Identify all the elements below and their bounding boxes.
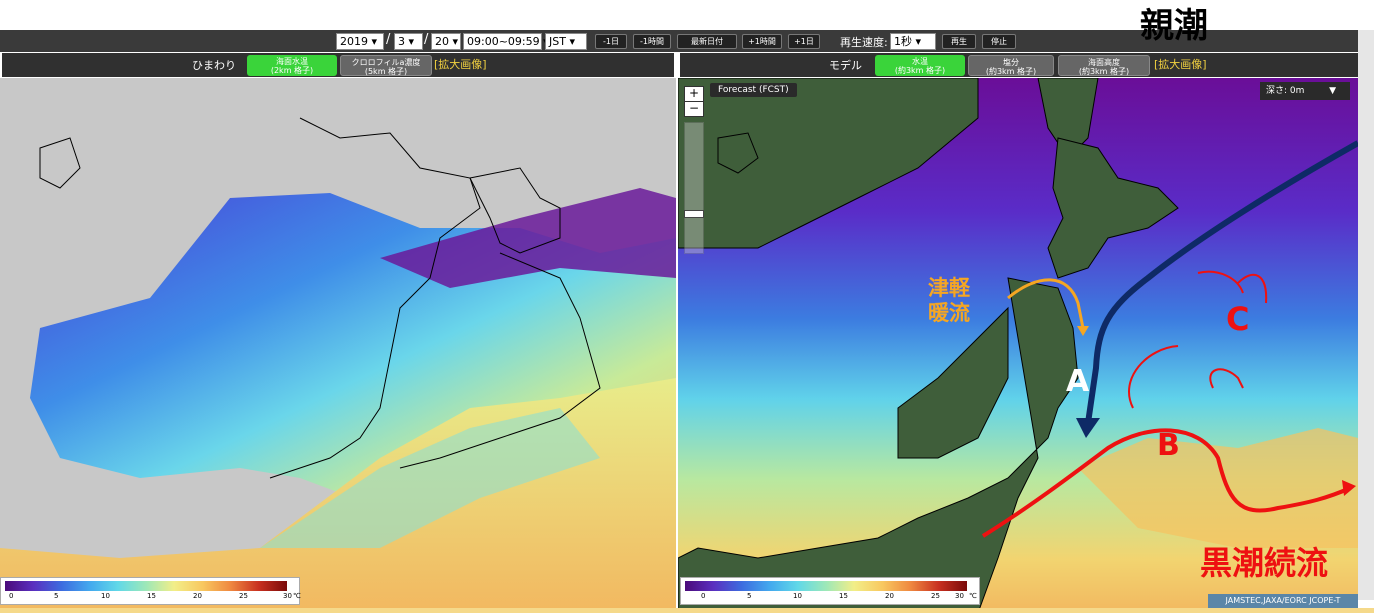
himawari-label: ひまわり xyxy=(192,59,236,72)
speed-select[interactable]: 1秒 ▾ xyxy=(890,33,936,50)
colorbar-tick: 5 xyxy=(54,592,59,600)
year-value: 2019 xyxy=(340,35,368,48)
himawari-sst-map[interactable]: 0 5 10 15 20 25 30 ℃ xyxy=(0,78,676,613)
tab-sal-label: 塩分 xyxy=(1003,58,1019,67)
model-temperature-map[interactable]: + − Forecast (FCST) 深さ: 0m ▼ 0 5 10 15 2… xyxy=(678,78,1358,613)
island-outline xyxy=(39,137,81,189)
colorbar-unit: ℃ xyxy=(969,592,977,600)
app-root: { "controls": { "year": "2019", "month":… xyxy=(0,0,1374,613)
tab-chl-label: クロロフィルa濃度 xyxy=(351,58,421,67)
colorbar-tick: 25 xyxy=(239,592,248,600)
left-subbar xyxy=(2,53,674,77)
label-a: A xyxy=(1066,364,1090,399)
timezone-value: JST xyxy=(549,35,566,48)
minus-day-button[interactable]: -1日 xyxy=(595,34,627,49)
left-zoom-link[interactable]: [拡大画像] xyxy=(434,56,487,72)
colorbar-tick: 20 xyxy=(193,592,202,600)
colorbar-tick: 30 xyxy=(955,592,964,600)
colorbar-tick: 0 xyxy=(9,592,14,600)
timezone-select[interactable]: JST ▾ xyxy=(545,33,587,50)
date-separator: / xyxy=(386,32,391,47)
right-colorbar: 0 5 10 15 20 25 30 ℃ xyxy=(680,577,980,605)
play-button[interactable]: 再生 xyxy=(942,34,976,49)
right-zoom-link[interactable]: [拡大画像] xyxy=(1154,56,1207,72)
colorbar-tick: 10 xyxy=(101,592,110,600)
tab-salinity[interactable]: 塩分 (約3km 格子) xyxy=(968,55,1054,76)
tab-chlorophyll[interactable]: クロロフィルa濃度 (5km 格子) xyxy=(340,55,432,76)
zoom-out-button[interactable]: − xyxy=(684,101,704,117)
colorbar-ticks: 0 5 10 15 20 25 30 ℃ xyxy=(681,592,979,604)
tsugaru-label-line2: 暖流 xyxy=(928,301,970,325)
colorbar-gradient xyxy=(685,581,967,591)
left-colorbar: 0 5 10 15 20 25 30 ℃ xyxy=(0,577,301,605)
hour-value: 09:00~09:59 xyxy=(467,35,540,48)
tab-chl-sub: (5km 格子) xyxy=(364,67,408,76)
zoom-slider-track[interactable] xyxy=(684,122,704,254)
oyashio-label: 親潮 xyxy=(1140,6,1208,46)
bottom-strip xyxy=(0,608,1374,613)
colorbar-tick: 20 xyxy=(885,592,894,600)
year-select[interactable]: 2019 ▾ xyxy=(336,33,384,50)
tab-temperature[interactable]: 水温 (約3km 格子) xyxy=(875,55,965,76)
latest-date-button[interactable]: 最新日付 xyxy=(677,34,737,49)
tab-temp-label: 水温 xyxy=(912,57,928,66)
colorbar-ticks: 0 5 10 15 20 25 30 ℃ xyxy=(1,592,301,604)
colorbar-tick: 25 xyxy=(931,592,940,600)
plus-day-button[interactable]: +1日 xyxy=(788,34,820,49)
date-separator: / xyxy=(424,32,429,47)
colorbar-tick: 0 xyxy=(701,592,706,600)
zoom-slider-handle[interactable] xyxy=(684,210,704,218)
minus-hour-button[interactable]: -1時間 xyxy=(633,34,671,49)
depth-select[interactable]: 深さ: 0m ▼ xyxy=(1260,82,1350,100)
model-label: モデル xyxy=(829,59,862,72)
colorbar-unit: ℃ xyxy=(293,592,301,600)
speed-value: 1秒 xyxy=(894,35,912,48)
tab-sst[interactable]: 海面水温 (2km 格子) xyxy=(247,55,337,76)
colorbar-tick: 5 xyxy=(747,592,752,600)
zoom-in-button[interactable]: + xyxy=(684,86,704,102)
depth-label: 深さ: xyxy=(1266,86,1288,96)
colorbar-gradient xyxy=(5,581,287,591)
tab-ssh-label: 海面高度 xyxy=(1088,58,1120,67)
label-b: B xyxy=(1157,428,1180,463)
tab-sst-label: 海面水温 xyxy=(276,57,308,66)
day-select[interactable]: 20 ▾ xyxy=(431,33,461,50)
tab-temp-sub: (約3km 格子) xyxy=(894,66,946,75)
tab-sst-sub: (2km 格子) xyxy=(270,66,314,75)
tab-sal-sub: (約3km 格子) xyxy=(985,67,1037,76)
tab-sea-surface-height[interactable]: 海面高度 (約3km 格子) xyxy=(1058,55,1150,76)
colorbar-tick: 30 xyxy=(283,592,292,600)
kuroshio-extension-label: 黒潮続流 xyxy=(1200,544,1329,582)
speed-label: 再生速度: xyxy=(840,36,888,49)
left-map-svg xyxy=(0,117,676,613)
colorbar-tick: 15 xyxy=(839,592,848,600)
depth-value: 0m xyxy=(1289,86,1305,96)
label-c: C xyxy=(1226,300,1250,338)
credit-label: JAMSTEC,JAXA/EORC JCOPE-T xyxy=(1208,594,1358,608)
stop-button[interactable]: 停止 xyxy=(982,34,1016,49)
hour-select[interactable]: 09:00~09:59 ▾ xyxy=(463,33,549,50)
tsugaru-label-line1: 津軽 xyxy=(928,276,970,300)
colorbar-tick: 10 xyxy=(793,592,802,600)
tsugaru-label: 津軽 暖流 xyxy=(928,276,970,326)
right-map-svg xyxy=(678,78,1358,613)
day-value: 20 xyxy=(435,35,449,48)
chevron-down-icon: ▼ xyxy=(1329,86,1336,96)
colorbar-tick: 15 xyxy=(147,592,156,600)
plus-hour-button[interactable]: +1時間 xyxy=(742,34,782,49)
vertical-scrollbar[interactable] xyxy=(1358,30,1374,600)
month-value: 3 xyxy=(398,35,405,48)
month-select[interactable]: 3 ▾ xyxy=(394,33,423,50)
tab-ssh-sub: (約3km 格子) xyxy=(1078,67,1130,76)
forecast-badge: Forecast (FCST) xyxy=(710,83,797,97)
